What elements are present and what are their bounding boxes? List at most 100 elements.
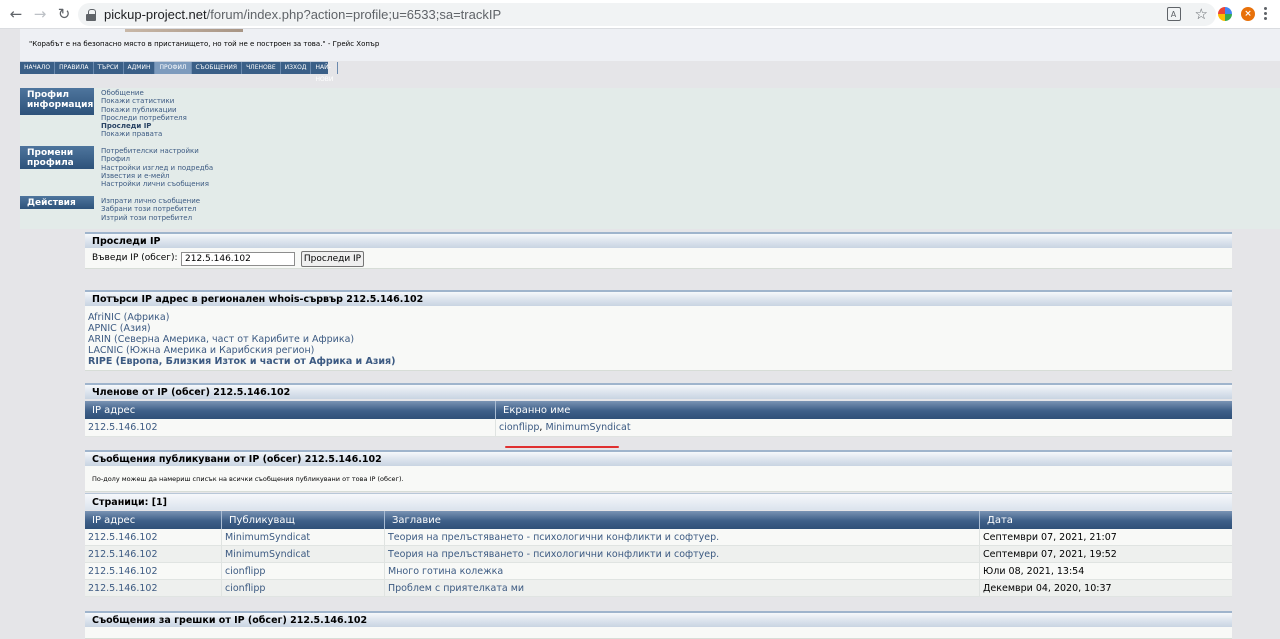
track-ip-button[interactable]: Проследи IP	[301, 251, 364, 267]
menu-dots-icon[interactable]	[1264, 7, 1268, 21]
url-path: /forum/index.php?action=profile;u=6533;s…	[206, 7, 502, 22]
ip-range-input[interactable]: 212.5.146.102	[181, 252, 295, 266]
link-notifications[interactable]: Известия и е-мейл	[101, 172, 213, 180]
profile-info-heading: Профил информация	[20, 88, 94, 115]
post-subject-link[interactable]: Теория на прелъстяването - психологични …	[385, 546, 980, 562]
post-ip-link[interactable]: 212.5.146.102	[85, 546, 222, 562]
profile-info-links: Обобщение Покажи статистики Покажи публи…	[101, 89, 187, 139]
actions-links: Изпрати лично съобщение Забрани този пот…	[101, 197, 200, 222]
menu-item-recent[interactable]: НАЙ-НОВИ	[311, 62, 339, 83]
link-ripe[interactable]: RIPE (Европа, Близкия Изток и части от А…	[88, 356, 1232, 367]
posts-note-box: По-долу можеш да намериш списък на всичк…	[85, 466, 1232, 492]
table-row: 212.5.146.102 cionflipp Много готина кол…	[85, 563, 1232, 580]
post-ip-link[interactable]: 212.5.146.102	[85, 529, 222, 545]
menu-item-admin[interactable]: АДМИН	[124, 62, 156, 74]
post-date: Декември 04, 2020, 10:37	[983, 583, 1112, 594]
forum-header: "Корабът е на безопасно място в пристани…	[20, 29, 1280, 61]
post-date: Септември 07, 2021, 19:52	[983, 549, 1117, 560]
link-afrinic[interactable]: AfriNIC (Африка)	[88, 312, 1232, 323]
profile-menu: Профил информация Обобщение Покажи стати…	[20, 88, 1280, 229]
post-poster-link[interactable]: MinimumSyndicat	[222, 529, 385, 545]
table-row: 212.5.146.102 MinimumSyndicat Теория на …	[85, 546, 1232, 563]
link-account-settings[interactable]: Потребителски настройки	[101, 147, 213, 155]
errors-title: Съобщения за грешки от IP (обсег) 212.5.…	[85, 611, 1232, 627]
link-show-posts[interactable]: Покажи публикации	[101, 106, 187, 114]
link-send-pm[interactable]: Изпрати лично съобщение	[101, 197, 200, 205]
members-title: Членове от IP (обсег) 212.5.146.102	[85, 383, 1232, 399]
post-subject-link[interactable]: Много готина колежка	[385, 563, 980, 579]
post-subject-link[interactable]: Теория на прелъстяването - психологични …	[385, 529, 980, 545]
ip-range-label: Въведи IP (обсег):	[92, 253, 178, 263]
menu-item-logout[interactable]: ИЗХОД	[281, 62, 312, 74]
member-names: cionflipp, MinimumSyndicat	[499, 422, 631, 433]
forward-icon[interactable]: →	[28, 2, 52, 26]
actions-heading: Действия	[20, 196, 94, 209]
menu-item-home[interactable]: НАЧАЛО	[20, 62, 56, 74]
post-poster-link[interactable]: cionflipp	[222, 580, 385, 596]
col-subject[interactable]: Заглавие	[385, 511, 980, 529]
track-ip-title: Проследи IP	[85, 232, 1232, 248]
bookmark-star-icon[interactable]: ☆	[1195, 6, 1208, 22]
post-subject-link[interactable]: Проблем с приятелката ми	[385, 580, 980, 596]
col-ip-address[interactable]: IP адрес	[85, 511, 222, 529]
link-look-layout[interactable]: Настройки изглед и подредба	[101, 164, 213, 172]
track-ip-form: Въведи IP (обсег): 212.5.146.102 Прослед…	[85, 248, 1232, 269]
link-arin[interactable]: ARIN (Северна Америка, част от Карибите …	[88, 334, 1232, 345]
link-pm-settings[interactable]: Настройки лични съобщения	[101, 180, 213, 188]
extension-icon[interactable]: ×	[1241, 7, 1255, 21]
post-date: Септември 07, 2021, 21:07	[983, 532, 1117, 543]
member-link-minimumsyndicat[interactable]: MinimumSyndicat	[545, 422, 630, 433]
col-poster[interactable]: Публикуващ	[222, 511, 385, 529]
post-poster-link[interactable]: MinimumSyndicat	[222, 546, 385, 562]
pagination[interactable]: Страници: [1]	[85, 493, 1232, 510]
modify-profile-heading: Промени профила	[20, 146, 94, 169]
post-poster-link[interactable]: cionflipp	[222, 563, 385, 579]
link-apnic[interactable]: APNIC (Азия)	[88, 323, 1232, 334]
post-ip-link[interactable]: 212.5.146.102	[85, 563, 222, 579]
lock-icon[interactable]	[86, 8, 96, 21]
extension-icon[interactable]	[1218, 7, 1232, 21]
menu-item-members[interactable]: ЧЛЕНОВЕ	[242, 62, 281, 74]
table-row: 212.5.146.102 cionflipp Проблем с прияте…	[85, 580, 1232, 597]
link-ban-user[interactable]: Забрани този потребител	[101, 205, 200, 213]
errors-body	[85, 627, 1232, 639]
header-banner-image	[125, 29, 243, 32]
col-date[interactable]: Дата	[980, 511, 1232, 529]
posts-table-header: IP адрес Публикуващ Заглавие Дата	[85, 511, 1232, 529]
col-ip-address[interactable]: IP адрес	[85, 401, 496, 419]
translate-icon[interactable]: A	[1166, 7, 1181, 21]
link-profile[interactable]: Профил	[101, 155, 213, 163]
post-date: Юли 08, 2021, 13:54	[983, 566, 1085, 577]
modify-profile-links: Потребителски настройки Профил Настройки…	[101, 147, 213, 188]
link-show-permissions[interactable]: Покажи правата	[101, 130, 187, 138]
red-underline-annotation	[505, 446, 619, 448]
back-icon[interactable]: ←	[4, 2, 28, 26]
link-lacnic[interactable]: LACNIC (Южна Америка и Карибския регион)	[88, 345, 1232, 356]
browser-toolbar: ← → ↻ pickup-project.net/forum/index.php…	[0, 0, 1280, 29]
table-row: 212.5.146.102 MinimumSyndicat Теория на …	[85, 529, 1232, 546]
post-ip-link[interactable]: 212.5.146.102	[85, 580, 222, 596]
link-summary[interactable]: Обобщение	[101, 89, 187, 97]
col-screen-name[interactable]: Екранно име	[496, 401, 1232, 419]
header-quote: "Корабът е на безопасно място в пристани…	[29, 40, 380, 48]
url-host: pickup-project.net	[104, 7, 207, 22]
member-ip-link[interactable]: 212.5.146.102	[85, 419, 496, 436]
link-track-user[interactable]: Проследи потребителя	[101, 114, 187, 122]
menu-item-rules[interactable]: ПРАВИЛА	[55, 62, 94, 74]
members-table-header: IP адрес Екранно име	[85, 401, 1232, 419]
link-delete-user[interactable]: Изтрий този потребител	[101, 214, 200, 222]
table-row: 212.5.146.102 cionflipp, MinimumSyndicat	[85, 419, 1232, 437]
address-bar[interactable]: pickup-project.net/forum/index.php?actio…	[78, 3, 1216, 26]
link-show-stats[interactable]: Покажи статистики	[101, 97, 187, 105]
main-menu: НАЧАЛО ПРАВИЛА ТЪРСИ АДМИН ПРОФИЛ СЪОБЩЕ…	[20, 61, 339, 83]
whois-links: AfriNIC (Африка) APNIC (Азия) ARIN (Севе…	[85, 306, 1232, 371]
menu-item-search[interactable]: ТЪРСИ	[94, 62, 124, 74]
link-track-ip[interactable]: Проследи IP	[101, 122, 187, 130]
member-link-cionflipp[interactable]: cionflipp	[499, 422, 539, 433]
menu-item-profile[interactable]: ПРОФИЛ	[155, 62, 192, 74]
menu-item-messages[interactable]: СЪОБЩЕНИЯ	[192, 62, 243, 74]
reload-icon[interactable]: ↻	[52, 2, 76, 26]
whois-title: Потърси IP адрес в регионален whois-сърв…	[85, 290, 1232, 306]
posts-note: По-долу можеш да намериш списък на всичк…	[92, 475, 404, 483]
posts-title: Съобщения публикувани от IP (обсег) 212.…	[85, 450, 1232, 466]
